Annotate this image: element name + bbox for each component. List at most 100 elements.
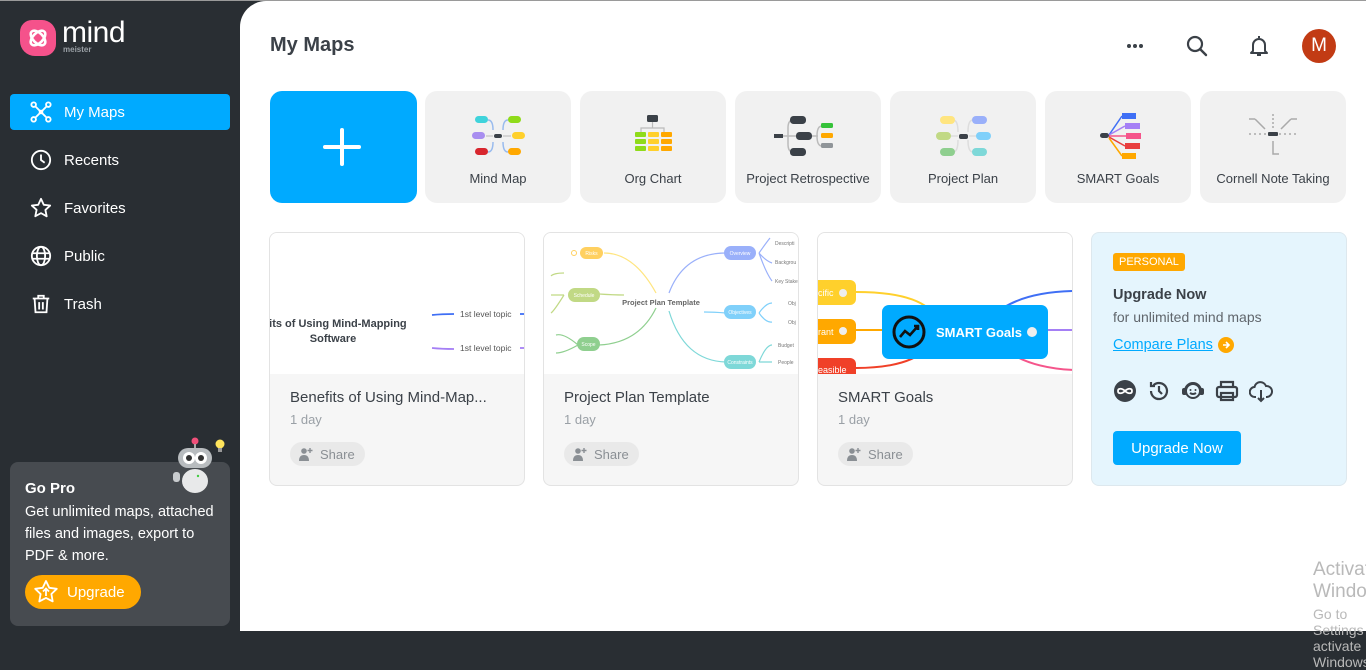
search-button[interactable]: [1180, 29, 1214, 63]
sidebar-item-label: My Maps: [64, 103, 125, 121]
notifications-button[interactable]: [1242, 29, 1276, 63]
template-project-plan[interactable]: Project Plan: [890, 91, 1036, 203]
header-actions: M: [1090, 29, 1336, 63]
sidebar: mind meister My Maps Recents Favorites P…: [0, 0, 240, 631]
preview-leaf: People: [778, 360, 794, 366]
new-map-button[interactable]: [270, 91, 417, 203]
preview-node: Schedule: [574, 293, 595, 299]
preview-leaf: Descripti: [775, 241, 794, 247]
template-project-retrospective[interactable]: Project Retrospective: [735, 91, 881, 203]
watermark-subtitle: Go to Settings to activate Windows.: [1313, 606, 1366, 670]
template-org-chart[interactable]: Org Chart: [580, 91, 726, 203]
upgrade-now-button[interactable]: Upgrade Now: [1113, 431, 1241, 465]
template-label: Mind Map: [469, 171, 527, 186]
map-cards: efits of Using Mind-Mapping Software 1st…: [269, 232, 1347, 486]
upgrade-label: Upgrade: [67, 583, 125, 601]
map-preview: Project Plan Template Risks Schedule Sco…: [544, 233, 798, 374]
map-card[interactable]: Project Plan Template Risks Schedule Sco…: [543, 232, 799, 486]
preview-leaf: Obj: [788, 320, 796, 326]
template-label: Project Plan: [927, 171, 999, 186]
windows-activation-watermark: Activate Windows Go to Settings to activ…: [1313, 559, 1366, 670]
cornell-template-icon: [1249, 114, 1297, 155]
preview-leaf: Budget: [778, 343, 794, 349]
map-title: SMART Goals: [838, 389, 934, 406]
preview-leaf: Key Stake: [775, 279, 798, 285]
sidebar-item-label: Trash: [64, 295, 102, 313]
template-label: Cornell Note Taking: [1216, 171, 1330, 186]
map-card[interactable]: cific rant easible SMART Goals SMART Goa…: [817, 232, 1073, 486]
preview-topic: 1st level topic: [460, 309, 512, 319]
main-content: My Maps M Mind Map Org Chart Project Ret…: [240, 1, 1366, 670]
template-label: Org Chart: [624, 171, 682, 186]
mind-map-template-icon: [472, 116, 525, 155]
map-time: 1 day: [838, 412, 870, 427]
sidebar-item-label: Public: [64, 247, 105, 265]
sidebar-item-favorites[interactable]: Favorites: [10, 190, 230, 226]
window-top-border: [0, 0, 1366, 1]
compare-plans-link[interactable]: Compare Plans: [1113, 337, 1234, 353]
page-title: My Maps: [270, 34, 355, 56]
upgrade-button[interactable]: Upgrade: [25, 575, 141, 609]
share-button[interactable]: Share: [838, 442, 913, 466]
feature-icons: [1113, 379, 1283, 403]
infinity-icon: [1114, 380, 1136, 402]
preview-node: rant: [818, 327, 834, 337]
promo-title: Upgrade Now: [1113, 287, 1207, 303]
template-row: Mind Map Org Chart Project Retrospective…: [270, 91, 1355, 203]
history-icon: [1149, 381, 1169, 401]
preview-node: easible: [818, 365, 847, 374]
logo-mark-icon: [20, 20, 56, 56]
sidebar-item-recents[interactable]: Recents: [10, 142, 230, 178]
preview-node: Risks: [585, 251, 598, 257]
smart-goals-template-icon: [1100, 113, 1141, 159]
template-cornell-note-taking[interactable]: Cornell Note Taking: [1200, 91, 1346, 203]
promo-subtitle: for unlimited mind maps: [1113, 309, 1262, 325]
template-smart-goals[interactable]: SMART Goals: [1045, 91, 1191, 203]
avatar[interactable]: M: [1302, 29, 1336, 63]
share-button[interactable]: Share: [564, 442, 639, 466]
globe-icon: [30, 245, 52, 267]
retrospective-template-icon: [774, 116, 833, 156]
map-time: 1 day: [564, 412, 596, 427]
logo[interactable]: mind meister: [20, 16, 126, 56]
share-label: Share: [320, 446, 355, 462]
sidebar-item-label: Favorites: [64, 199, 126, 217]
star-upgrade-icon: [34, 580, 58, 603]
search-icon: [1186, 35, 1208, 57]
more-icon: [1127, 44, 1143, 48]
preview-node: Constraints: [727, 360, 753, 366]
sidebar-item-my-maps[interactable]: My Maps: [10, 94, 230, 130]
compare-plans-label: Compare Plans: [1113, 337, 1213, 353]
preview-node: Scope: [581, 342, 595, 348]
map-preview: cific rant easible SMART Goals: [818, 233, 1072, 374]
preview-node: Objectives: [728, 310, 752, 316]
add-user-icon: [299, 448, 313, 461]
share-label: Share: [868, 446, 903, 462]
preview-leaf: Obj: [788, 301, 796, 307]
sidebar-item-public[interactable]: Public: [10, 238, 230, 274]
preview-center-line1: efits of Using Mind-Mapping: [270, 318, 407, 330]
sidebar-item-label: Recents: [64, 151, 120, 169]
watermark-title: Activate Windows: [1313, 559, 1366, 602]
bell-icon: [1250, 36, 1268, 56]
print-icon: [1215, 380, 1239, 402]
sidebar-nav: My Maps Recents Favorites Public Trash: [10, 94, 230, 334]
more-button[interactable]: [1118, 29, 1152, 63]
share-label: Share: [594, 446, 629, 462]
preview-topic: 1st level topic: [460, 343, 512, 353]
sidebar-item-trash[interactable]: Trash: [10, 286, 230, 322]
cloud-download-icon: [1249, 381, 1273, 403]
logo-word: mind: [62, 16, 126, 49]
preview-node: cific: [818, 288, 834, 298]
map-card[interactable]: efits of Using Mind-Mapping Software 1st…: [269, 232, 525, 486]
preview-center: SMART Goals: [936, 325, 1022, 340]
star-icon: [30, 197, 52, 218]
template-mind-map[interactable]: Mind Map: [425, 91, 571, 203]
preview-center: Project Plan Template: [622, 298, 700, 307]
mindmap-icon: [30, 101, 52, 123]
map-title: Benefits of Using Mind-Map...: [290, 389, 487, 406]
robot-mascot-icon: [173, 437, 225, 493]
template-label: SMART Goals: [1076, 171, 1160, 186]
arrow-right-icon: [1217, 337, 1234, 353]
share-button[interactable]: Share: [290, 442, 365, 466]
